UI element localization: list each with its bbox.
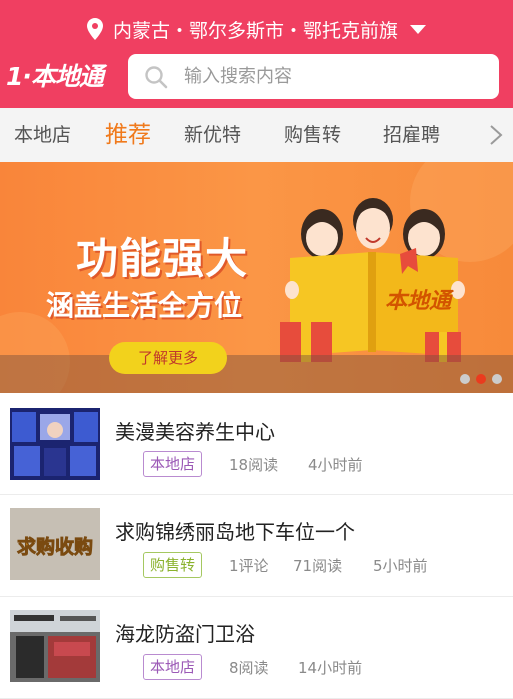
read-count: 18阅读: [229, 456, 279, 474]
item-thumbnail: [10, 610, 100, 682]
search-input[interactable]: [182, 65, 486, 88]
category-tag: 本地店: [143, 451, 203, 477]
item-thumb-text: 求购收购: [17, 535, 93, 558]
category-tag: 本地店: [143, 654, 203, 680]
item-title[interactable]: 海龙防盗门卫浴: [115, 618, 255, 647]
category-tabs: 本地店 推荐 新优特 购售转 招雇聘: [0, 108, 513, 163]
chevron-right-icon[interactable]: [485, 124, 507, 146]
post-time: 14小时前: [298, 659, 363, 677]
list-item[interactable]: 美漫美容养生中心 本地店 18阅读 4小时前: [0, 394, 513, 495]
app-header: 内蒙古・鄂尔多斯市・鄂托克前旗 1·本地通: [0, 0, 513, 108]
tab-buy-sell[interactable]: 购售转: [284, 108, 341, 162]
item-title[interactable]: 求购锦绣丽岛地下车位一个: [115, 516, 355, 545]
tab-jobs[interactable]: 招雇聘: [383, 108, 440, 162]
chevron-down-icon[interactable]: [410, 24, 426, 34]
carousel-indicators: [460, 374, 502, 384]
location-selector[interactable]: 内蒙古・鄂尔多斯市・鄂托克前旗: [0, 14, 513, 44]
purchase-banner-image: 求购收购: [10, 508, 100, 580]
location-pin-icon: [86, 18, 103, 40]
read-count: 8阅读: [229, 659, 269, 677]
read-count: 71阅读: [293, 557, 343, 575]
tab-new-deals[interactable]: 新优特: [184, 108, 241, 162]
banner-shadow: [0, 355, 513, 393]
comment-count: 1评论: [229, 557, 269, 575]
app-logo: 1·本地通: [6, 62, 104, 91]
carousel-dot[interactable]: [492, 374, 502, 384]
list-item[interactable]: 海龙防盗门卫浴 本地店 8阅读 14小时前: [0, 598, 513, 699]
item-thumbnail: 求购收购: [10, 508, 100, 580]
post-time: 4小时前: [308, 456, 363, 474]
tab-local-store[interactable]: 本地店: [14, 108, 71, 162]
banner-title: 功能强大: [76, 234, 249, 283]
promo-banner[interactable]: 本地通 功能强大 涵盖生活全方位 了解更多: [0, 162, 513, 393]
carousel-dot-active[interactable]: [476, 374, 486, 384]
tab-recommend[interactable]: 推荐: [105, 108, 151, 162]
location-text: 内蒙古・鄂尔多斯市・鄂托克前旗: [112, 19, 398, 42]
search-icon: [145, 65, 168, 88]
beauty-center-image: [10, 408, 100, 480]
category-tag: 购售转: [143, 552, 203, 578]
post-time: 5小时前: [373, 557, 428, 575]
list-item[interactable]: 求购收购 求购锦绣丽岛地下车位一个 购售转 1评论 71阅读 5小时前: [0, 496, 513, 597]
search-bar[interactable]: [128, 54, 499, 99]
carousel-dot[interactable]: [460, 374, 470, 384]
item-title[interactable]: 美漫美容养生中心: [115, 416, 275, 445]
item-thumbnail: [10, 408, 100, 480]
banner-book-text: 本地通: [385, 288, 455, 313]
storefront-image: [10, 610, 100, 682]
learn-more-button[interactable]: 了解更多: [109, 342, 227, 374]
banner-subtitle: 涵盖生活全方位: [46, 289, 243, 322]
